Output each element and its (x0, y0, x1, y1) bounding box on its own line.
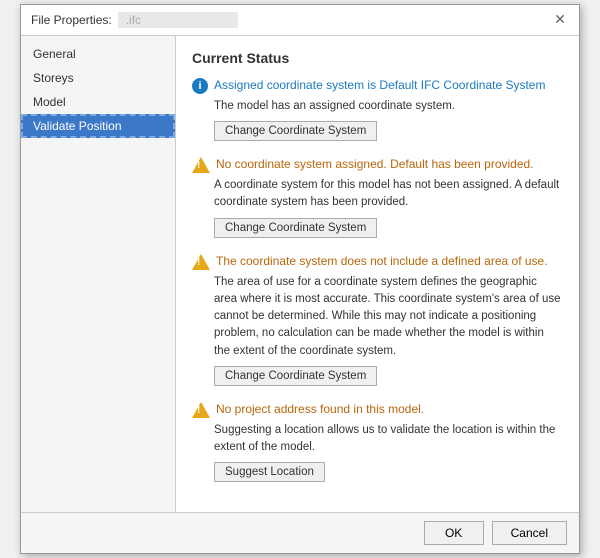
close-button[interactable]: ✕ (551, 11, 569, 29)
warn-icon-3 (192, 402, 210, 418)
status-desc-1: A coordinate system for this model has n… (214, 177, 563, 212)
title-filename: .ifc (118, 12, 238, 28)
status-label-0: Assigned coordinate system is Default IF… (214, 78, 545, 92)
sidebar: General Storeys Model Validate Position (21, 36, 176, 513)
change-coord-btn-0[interactable]: Change Coordinate System (214, 121, 377, 141)
status-header-3: No project address found in this model. (192, 402, 563, 418)
warn-icon-1 (192, 157, 210, 173)
status-block-1: No coordinate system assigned. Default h… (192, 157, 563, 238)
status-header-1: No coordinate system assigned. Default h… (192, 157, 563, 173)
title-label: File Properties: (31, 13, 112, 27)
change-coord-btn-1[interactable]: Change Coordinate System (214, 218, 377, 238)
status-desc-2: The area of use for a coordinate system … (214, 274, 563, 360)
sidebar-item-general[interactable]: General (21, 42, 175, 66)
status-desc-0: The model has an assigned coordinate sys… (214, 98, 563, 115)
dialog-footer: OK Cancel (21, 512, 579, 553)
status-label-1: No coordinate system assigned. Default h… (216, 157, 534, 171)
change-coord-btn-2[interactable]: Change Coordinate System (214, 366, 377, 386)
sidebar-item-validate-position[interactable]: Validate Position (21, 114, 175, 138)
status-block-2: The coordinate system does not include a… (192, 254, 563, 386)
status-block-0: i Assigned coordinate system is Default … (192, 78, 563, 141)
warn-icon-2 (192, 254, 210, 270)
dialog-body: General Storeys Model Validate Position … (21, 36, 579, 513)
dialog-window: File Properties: .ifc ✕ General Storeys … (20, 4, 580, 555)
status-block-3: No project address found in this model. … (192, 402, 563, 483)
sidebar-item-storeys[interactable]: Storeys (21, 66, 175, 90)
title-bar-left: File Properties: .ifc (31, 12, 238, 28)
status-label-3: No project address found in this model. (216, 402, 424, 416)
section-title: Current Status (192, 50, 563, 66)
info-icon-0: i (192, 78, 208, 94)
status-header-2: The coordinate system does not include a… (192, 254, 563, 270)
status-header-0: i Assigned coordinate system is Default … (192, 78, 563, 94)
cancel-button[interactable]: Cancel (492, 521, 567, 545)
status-desc-3: Suggesting a location allows us to valid… (214, 422, 563, 457)
sidebar-item-model[interactable]: Model (21, 90, 175, 114)
title-bar: File Properties: .ifc ✕ (21, 5, 579, 36)
main-content: Current Status i Assigned coordinate sys… (176, 36, 579, 513)
ok-button[interactable]: OK (424, 521, 484, 545)
status-label-2: The coordinate system does not include a… (216, 254, 548, 268)
suggest-location-btn[interactable]: Suggest Location (214, 462, 325, 482)
